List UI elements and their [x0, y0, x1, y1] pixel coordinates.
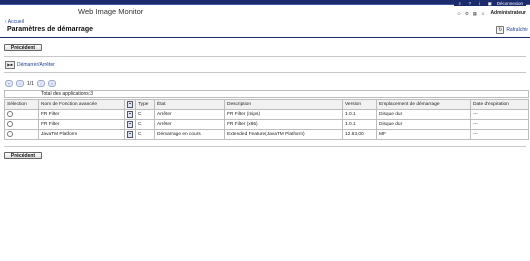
refresh-icon: ↻ [496, 26, 505, 34]
cell-location: MF [376, 129, 471, 140]
menu-icon[interactable]: ≡ [480, 11, 485, 16]
cell-state: Arrêter [154, 119, 225, 130]
cell-expiry: --- [470, 109, 529, 120]
divider [4, 146, 526, 147]
document-icon [127, 121, 133, 128]
document-icon [127, 101, 133, 108]
cell-description: FR Filter (mips) [224, 109, 343, 120]
row-select [4, 109, 39, 120]
user-icon[interactable]: ☺ [456, 11, 462, 16]
col-selection[interactable]: Sélection [4, 99, 39, 110]
pager: « ‹ 1/1 › » [5, 80, 56, 87]
page-info: 1/1 [27, 80, 34, 87]
header-band-accent [0, 4, 530, 5]
first-page-icon[interactable]: « [5, 80, 13, 87]
page-title: Paramètres de démarrage [7, 26, 93, 33]
divider [4, 72, 526, 73]
cell-location: Disque dur [376, 109, 471, 120]
back-button-top[interactable]: Précédent [4, 44, 42, 51]
applications-table: Sélection Nom de Fonction avancée Type É… [4, 99, 529, 140]
logout-icon[interactable]: ▣ [487, 1, 493, 6]
document-icon [127, 111, 133, 118]
cell-version: 1.0.1 [342, 119, 377, 130]
cell-icon [124, 129, 136, 140]
table-row[interactable]: FR Filter C Arrêter FR Filter (mips) 1.0… [4, 109, 529, 120]
help-icon[interactable]: ? [467, 1, 473, 6]
next-page-icon[interactable]: › [36, 80, 45, 87]
col-version[interactable]: Version [342, 99, 377, 110]
top-bar: Web Image Monitor ⌕ ? i ▣ Déconnexion ☺ … [0, 0, 530, 20]
col-name[interactable]: Nom de Fonction avancée [38, 99, 125, 110]
settings-icon[interactable]: ⚙ [464, 11, 469, 16]
refresh-label: Rafraîchir [506, 27, 528, 33]
col-location[interactable]: Emplacement de démarrage [376, 99, 471, 110]
col-type[interactable]: Type [135, 99, 155, 110]
col-expiry[interactable]: Date d'expiration [470, 99, 529, 110]
total-summary: Total des applications:3 [4, 90, 529, 98]
cell-version: 1.0.1 [342, 109, 377, 120]
page-title-bar: Paramètres de démarrage ↻ Rafraîchir [0, 24, 530, 38]
cell-type: C [135, 119, 155, 130]
search-icon[interactable]: ⌕ [457, 1, 463, 6]
select-radio[interactable] [7, 131, 13, 138]
grid-icon[interactable]: ▦ [472, 11, 477, 16]
total-label: Total des applications:3 [41, 91, 93, 97]
app-title: Web Image Monitor [78, 7, 144, 16]
start-stop-icon: ▶■ [5, 61, 15, 69]
user-name: Administrateur [490, 10, 526, 16]
back-button-bottom[interactable]: Précédent [4, 152, 42, 159]
user-area: ☺ ⚙ ▦ ≡ Administrateur [456, 10, 526, 16]
table-row[interactable]: JavaTM Platform C Démarrage en cours Ext… [4, 129, 529, 140]
start-stop-label: Démarrer/Arrêter [17, 62, 55, 68]
col-description[interactable]: Description [224, 99, 343, 110]
row-select [4, 129, 39, 140]
cell-description: Extended Feature(JavaTM Platform) [224, 129, 343, 140]
row-select [4, 119, 39, 130]
cell-state: Démarrage en cours [154, 129, 225, 140]
last-page-icon[interactable]: » [47, 80, 56, 87]
divider [4, 56, 526, 57]
cell-icon [124, 109, 136, 120]
cell-name: FR Filter [38, 109, 125, 120]
cell-expiry: --- [470, 119, 529, 130]
col-icon [124, 99, 136, 110]
start-stop-button[interactable]: ▶■ Démarrer/Arrêter [5, 61, 55, 69]
cell-name: FR Filter [38, 119, 125, 130]
cell-name: JavaTM Platform [38, 129, 125, 140]
col-state[interactable]: État [154, 99, 225, 110]
table-header: Sélection Nom de Fonction avancée Type É… [4, 99, 529, 110]
document-icon [127, 131, 133, 138]
cell-location: Disque dur [376, 119, 471, 130]
cell-version: 12.63.00 [342, 129, 377, 140]
prev-page-icon[interactable]: ‹ [16, 80, 24, 87]
cell-description: FR Filter (x86) [224, 119, 343, 130]
table-row[interactable]: FR Filter C Arrêter FR Filter (x86) 1.0.… [4, 119, 529, 130]
select-radio[interactable] [7, 121, 13, 128]
info-icon[interactable]: i [477, 1, 483, 6]
cell-icon [124, 119, 136, 130]
cell-type: C [135, 129, 155, 140]
refresh-button[interactable]: ↻ Rafraîchir [496, 26, 528, 34]
cell-expiry: --- [470, 129, 529, 140]
logout-link[interactable]: Déconnexion [497, 1, 523, 6]
cell-type: C [135, 109, 155, 120]
header-actions: ⌕ ? i ▣ Déconnexion [453, 0, 526, 6]
cell-state: Arrêter [154, 109, 225, 120]
select-radio[interactable] [7, 111, 13, 118]
